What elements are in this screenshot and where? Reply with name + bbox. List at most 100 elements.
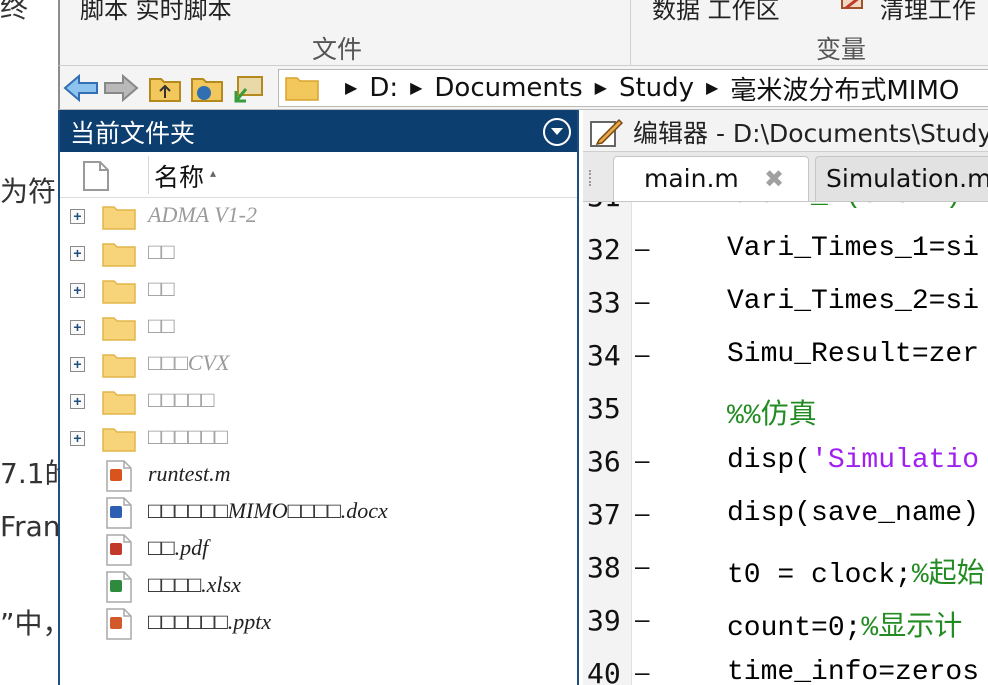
code-line[interactable]: 36 — disp('Simulatio: [583, 445, 988, 498]
current-folder-panel: 当前文件夹 名称 ▴ + ADMA V1-2 + □□ + □□ + □□ + □□□CVX + □□…: [58, 110, 579, 685]
file-row[interactable]: □□□□□□.pptx: [60, 605, 577, 642]
breadcrumb-arrow-icon[interactable]: ▶: [410, 78, 422, 98]
code-text: %Vari_2(end+1): [727, 202, 962, 211]
file-row[interactable]: runtest.m: [60, 457, 577, 494]
folder-row[interactable]: + □□□CVX: [60, 346, 577, 383]
code-string: 'Simulatio: [811, 445, 980, 476]
editor-tab-bar: main.m ✖ Simulation.m: [583, 152, 988, 202]
line-number: 36: [587, 445, 621, 478]
code-comment: %%仿真: [727, 401, 817, 432]
tab-bar-grip[interactable]: [589, 170, 593, 186]
code-text: time_info=zeros: [727, 657, 979, 685]
file-name: □□□□□□.pptx: [148, 609, 272, 634]
panel-actions-button[interactable]: [543, 118, 571, 146]
breakpoint-marker[interactable]: —: [635, 288, 649, 316]
line-number: 40: [587, 657, 621, 685]
expand-icon[interactable]: +: [70, 394, 85, 409]
ribbon-data-buttons[interactable]: 数据 工作区: [652, 0, 780, 25]
clear-workspace-icon[interactable]: [838, 0, 868, 14]
ribbon-clear-workspace[interactable]: 清理工作: [880, 0, 976, 25]
back-button[interactable]: [62, 71, 100, 105]
folder-icon: [102, 206, 136, 230]
code-line[interactable]: 34 — Simu_Result=zer: [583, 339, 988, 392]
browse-folder-button[interactable]: [188, 71, 226, 105]
chevron-down-icon: [551, 128, 563, 135]
line-number: 32: [587, 233, 621, 266]
breakpoint-marker[interactable]: —: [635, 500, 649, 528]
forward-arrow-icon: [104, 73, 139, 103]
folder-row[interactable]: + □□□□□□: [60, 420, 577, 457]
file-row[interactable]: □□.pdf: [60, 531, 577, 568]
breakpoint-marker[interactable]: —: [635, 341, 649, 369]
up-folder-button[interactable]: [146, 71, 184, 105]
background-text: 7.1的: [0, 457, 58, 490]
breadcrumb-drive[interactable]: D:: [369, 73, 398, 103]
code-line[interactable]: 37 — disp(save_name): [583, 498, 988, 551]
expand-icon[interactable]: +: [70, 357, 85, 372]
tab-main-m[interactable]: main.m ✖: [613, 156, 809, 201]
code-line[interactable]: 39 — count=0;%显示计: [583, 604, 988, 657]
expand-icon[interactable]: +: [70, 209, 85, 224]
ribbon-group-file: 文件: [312, 35, 363, 64]
code-comment: %显示计: [861, 613, 963, 644]
code-text: Vari_Times_2=si: [727, 286, 979, 317]
folder-row[interactable]: + □□: [60, 272, 577, 309]
folder-name: □□: [148, 276, 175, 301]
folder-icon: [285, 77, 319, 101]
code-line[interactable]: 32 — Vari_Times_1=si: [583, 233, 988, 286]
code-line[interactable]: 40 — time_info=zeros: [583, 657, 988, 685]
name-column-header[interactable]: 名称: [154, 158, 204, 194]
ribbon-separator: [630, 0, 631, 65]
current-folder-header: 当前文件夹: [60, 110, 577, 152]
expand-icon[interactable]: +: [70, 431, 85, 446]
ribbon-script-buttons[interactable]: 脚本 实时脚本: [80, 0, 232, 25]
folder-row[interactable]: + ADMA V1-2: [60, 198, 577, 235]
breakpoint-marker[interactable]: —: [635, 606, 649, 634]
breakpoint-marker[interactable]: —: [635, 553, 649, 581]
folder-row[interactable]: + □□: [60, 309, 577, 346]
expand-icon[interactable]: +: [70, 246, 85, 261]
breadcrumb-arrow-icon[interactable]: ▶: [595, 78, 607, 98]
pdf-file-icon: [106, 534, 132, 566]
file-type-column-icon[interactable]: [82, 160, 110, 192]
line-number: 35: [587, 392, 621, 425]
folder-row[interactable]: + □□: [60, 235, 577, 272]
refresh-folder-button[interactable]: [230, 71, 268, 105]
code-area[interactable]: 31 %Vari_2(end+1) 32 — Vari_Times_1=si 33 — Var…: [583, 202, 988, 685]
expand-icon[interactable]: +: [70, 320, 85, 335]
editor-header: 编辑器 - D:\Documents\Study: [583, 110, 988, 152]
code-line[interactable]: 33 — Vari_Times_2=si: [583, 286, 988, 339]
tab-simulation-m[interactable]: Simulation.m: [815, 156, 988, 201]
file-name: □□□□.xlsx: [148, 572, 241, 597]
breadcrumb-documents[interactable]: Documents: [434, 73, 582, 103]
code-token: count=0;: [727, 613, 862, 644]
edit-pencil-icon: [590, 118, 623, 147]
breadcrumb-arrow-icon[interactable]: ▶: [706, 78, 718, 98]
breadcrumb-arrow-icon[interactable]: ▶: [345, 78, 357, 98]
breakpoint-marker[interactable]: —: [635, 447, 649, 475]
folder-name: □□: [148, 313, 175, 338]
column-divider[interactable]: [148, 156, 149, 194]
file-name: □□□□□□MIMO□□□□.docx: [148, 498, 388, 523]
close-icon[interactable]: ✖: [764, 165, 784, 193]
code-line[interactable]: 35 %%仿真: [583, 392, 988, 445]
code-line[interactable]: 31 %Vari_2(end+1): [583, 202, 988, 233]
up-folder-icon: [149, 78, 181, 102]
breakpoint-marker[interactable]: —: [635, 235, 649, 263]
path-field[interactable]: ▶ D: ▶ Documents ▶ Study ▶ 毫米波分布式MIMO: [278, 69, 988, 107]
background-document: 终 为符 7.1的 Fran ”中，: [0, 0, 58, 685]
code-line[interactable]: 38 — t0 = clock;%起始: [583, 551, 988, 604]
expand-icon[interactable]: +: [70, 283, 85, 298]
refresh-folder-icon: [234, 76, 263, 103]
file-row[interactable]: □□□□.xlsx: [60, 568, 577, 605]
breadcrumb-study[interactable]: Study: [619, 73, 694, 103]
breadcrumb-project[interactable]: 毫米波分布式MIMO: [730, 70, 959, 106]
folder-name: □□□□□□: [148, 424, 228, 449]
breakpoint-marker[interactable]: —: [635, 659, 649, 685]
line-number: 38: [587, 551, 621, 584]
folder-row[interactable]: + □□□□□: [60, 383, 577, 420]
file-row[interactable]: □□□□□□MIMO□□□□.docx: [60, 494, 577, 531]
forward-button[interactable]: [102, 71, 140, 105]
line-number: 31: [587, 202, 621, 213]
background-text: ”中，: [0, 607, 58, 640]
